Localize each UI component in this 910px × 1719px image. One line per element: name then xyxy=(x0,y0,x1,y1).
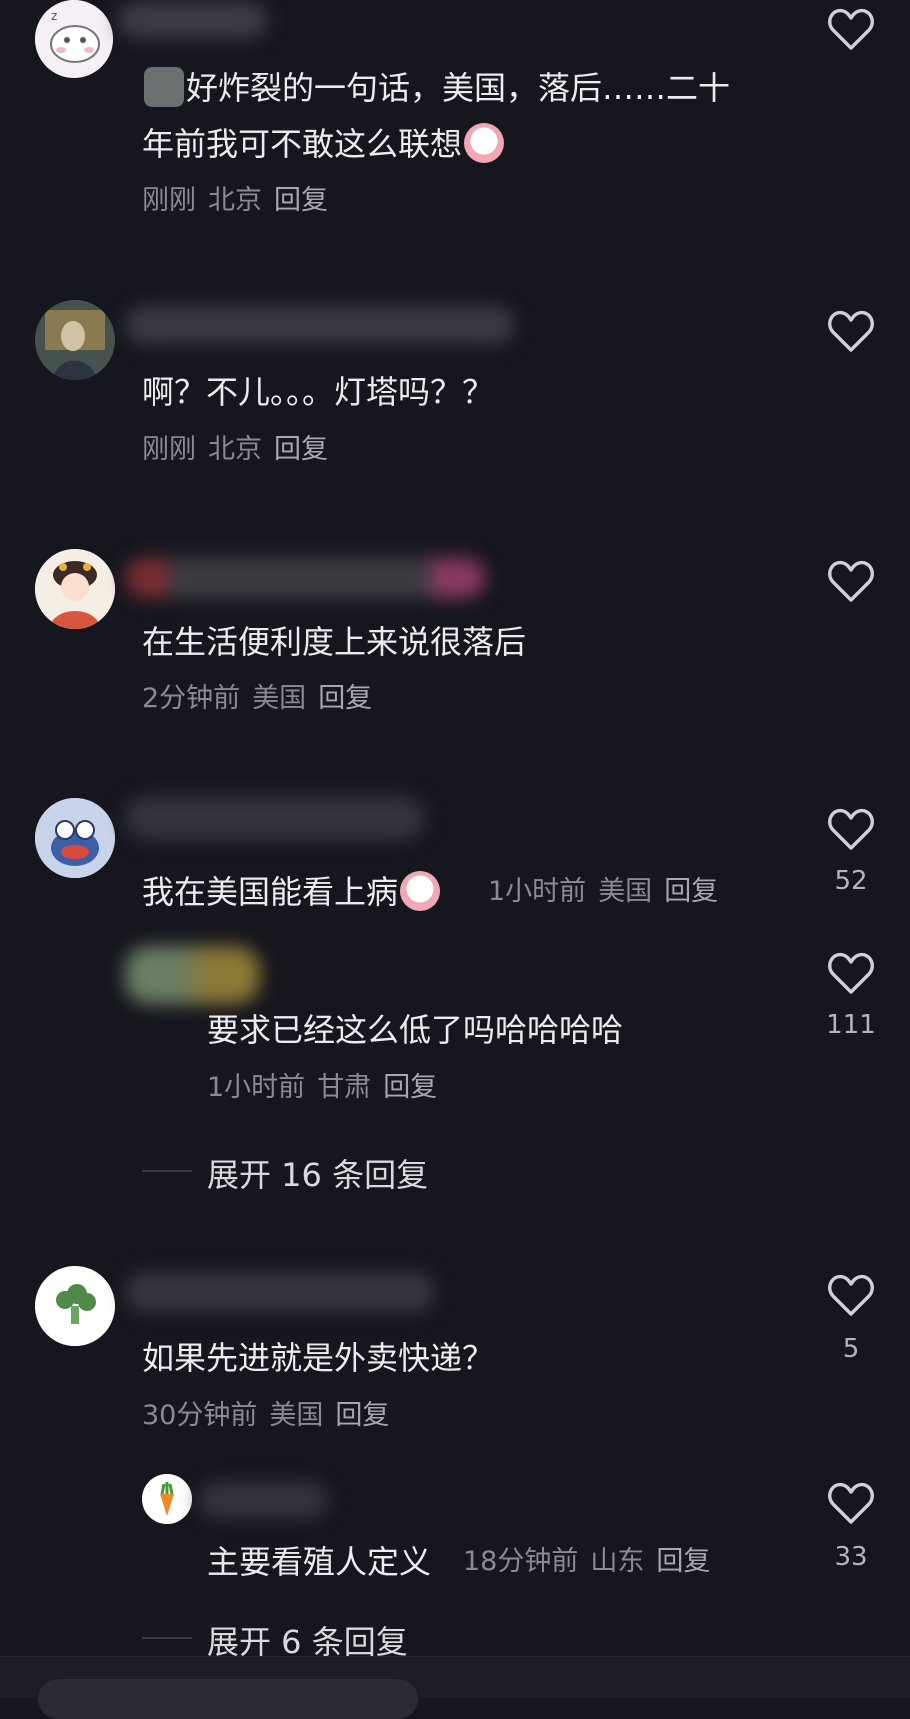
reply-avatar-blurred[interactable] xyxy=(125,946,260,1004)
avatar[interactable] xyxy=(35,798,115,878)
bottom-input-bar[interactable] xyxy=(0,1656,910,1719)
reply-meta: 18分钟前 山东 回复 xyxy=(463,1544,722,1580)
like-count: 52 xyxy=(834,866,868,896)
avatar-frog-icon xyxy=(35,798,115,878)
reply-text: 主要看殖人定义 xyxy=(207,1543,432,1581)
like-count: 33 xyxy=(834,1542,868,1572)
like-count: 5 xyxy=(842,1334,860,1364)
avatar-illustration-icon: z xyxy=(35,0,113,78)
comment-meta: 刚刚 北京 回复 xyxy=(142,183,340,219)
comment-text: 啊？不儿。。。灯塔吗？？ xyxy=(142,373,495,411)
reply-button[interactable]: 回复 xyxy=(664,876,718,907)
reply-location: 山东 xyxy=(590,1546,645,1577)
reply-button[interactable]: 回复 xyxy=(383,1072,437,1103)
like-heart-icon[interactable] xyxy=(827,560,875,604)
carrot-icon xyxy=(142,1474,192,1524)
reply-time: 18分钟前 xyxy=(463,1546,579,1577)
reply-button[interactable]: 回复 xyxy=(274,185,328,216)
comment-time: 刚刚 xyxy=(142,434,196,465)
comment-meta: 2分钟前 美国 回复 xyxy=(142,681,384,717)
comment-location: 北京 xyxy=(208,185,262,216)
comment-location: 美国 xyxy=(598,876,653,907)
like-heart-icon[interactable] xyxy=(827,952,875,996)
avatar-painting-icon xyxy=(35,300,115,380)
like-heart-icon[interactable] xyxy=(827,1274,875,1318)
like-heart-icon[interactable] xyxy=(827,808,875,852)
reply-avatar[interactable] xyxy=(142,1474,192,1524)
comment-time: 1小时前 xyxy=(488,876,587,907)
avatar[interactable] xyxy=(35,1266,115,1346)
comment-meta: 30分钟前 美国 回复 xyxy=(142,1398,401,1434)
avatar[interactable] xyxy=(35,300,115,380)
reply-button[interactable]: 回复 xyxy=(274,434,328,465)
username-blurred[interactable] xyxy=(198,1482,328,1518)
reply-meta: 1小时前 甘肃 回复 xyxy=(207,1070,449,1106)
broccoli-icon xyxy=(35,1266,115,1346)
comment-time: 30分钟前 xyxy=(142,1400,258,1431)
comment-time: 2分钟前 xyxy=(142,683,241,714)
reply-text: 要求已经这么低了吗哈哈哈哈 xyxy=(207,1011,624,1049)
reply-button[interactable]: 回复 xyxy=(318,683,372,714)
like-heart-icon[interactable] xyxy=(827,310,875,354)
username-blurred[interactable] xyxy=(125,306,515,344)
crying-face-emoji-icon xyxy=(400,871,441,911)
username-blurred[interactable] xyxy=(125,558,485,598)
reply-button[interactable]: 回复 xyxy=(656,1546,710,1577)
like-count: 111 xyxy=(826,1010,876,1040)
comment-location: 美国 xyxy=(252,683,307,714)
comment-time: 刚刚 xyxy=(142,185,196,216)
reply-time: 1小时前 xyxy=(207,1072,306,1103)
comment-meta: 刚刚 北京 回复 xyxy=(142,432,340,468)
reply-location: 甘肃 xyxy=(317,1072,372,1103)
expand-divider xyxy=(142,1170,192,1172)
comment-text: 在生活便利度上来说很落后 xyxy=(142,623,527,661)
crying-face-emoji-icon xyxy=(464,123,505,163)
avatar[interactable]: z xyxy=(35,0,113,78)
comment-text-line2: 年前我可不敢这么联想 xyxy=(142,118,506,170)
comment-text: 我在美国能看上病 xyxy=(142,866,442,918)
comment-input-pill[interactable] xyxy=(38,1679,418,1719)
comment-text: 如果先进就是外卖快递？ xyxy=(142,1339,495,1377)
username-blurred[interactable] xyxy=(118,2,268,38)
reply-button[interactable]: 回复 xyxy=(335,1400,389,1431)
svg-text:z: z xyxy=(51,9,57,23)
username-blurred[interactable] xyxy=(125,1272,435,1312)
expand-replies-button[interactable]: 展开 16 条回复 xyxy=(207,1150,428,1196)
avatar-cartoon-girl-icon xyxy=(35,549,115,629)
expand-divider xyxy=(142,1637,192,1639)
username-blurred[interactable] xyxy=(125,796,425,840)
like-heart-icon[interactable] xyxy=(827,8,875,52)
comment-meta: 1小时前 美国 回复 xyxy=(488,874,730,910)
like-heart-icon[interactable] xyxy=(827,1482,875,1526)
comment-text: 好炸裂的一句话，美国，落后……二十 xyxy=(142,62,730,114)
comment-location: 美国 xyxy=(269,1400,324,1431)
comment-location: 北京 xyxy=(208,434,262,465)
cat-emoji-icon xyxy=(144,67,184,107)
avatar[interactable] xyxy=(35,549,115,629)
